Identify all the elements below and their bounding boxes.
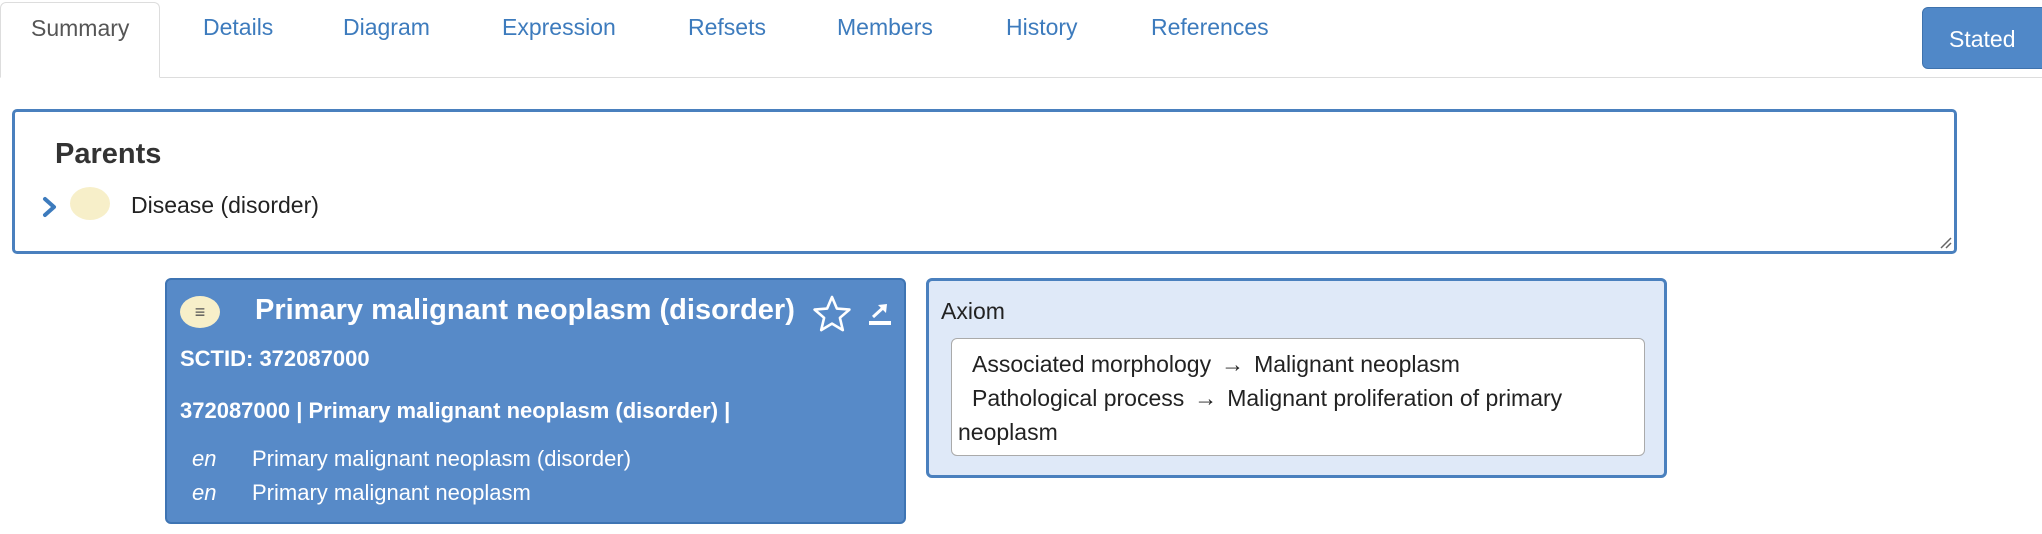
tab-expression[interactable]: Expression [472, 2, 646, 50]
tab-diagram[interactable]: Diagram [313, 2, 460, 50]
tab-references[interactable]: References [1121, 2, 1299, 50]
tab-summary[interactable]: Summary [0, 2, 161, 78]
tab-bar: Summary Details Diagram Expression Refse… [0, 0, 2042, 78]
description-term: Primary malignant neoplasm [252, 480, 531, 505]
resize-handle-icon[interactable] [1938, 235, 1952, 249]
concept-title: Primary malignant neoplasm (disorder) [255, 294, 795, 326]
arrow-icon: → [1221, 351, 1245, 377]
definition-status-icon: ≡ [180, 296, 220, 328]
parents-panel: Parents Disease (disorder) [12, 109, 1957, 254]
primitive-concept-icon [70, 187, 110, 220]
favorite-star-icon[interactable] [812, 294, 852, 334]
relationship-row: Pathological process → Malignant prolifera… [958, 381, 1638, 449]
concept-card: ≡ Primary malignant neoplasm (disorder) … [165, 278, 906, 524]
relationship-type[interactable]: Pathological process [972, 385, 1184, 411]
relationship-type[interactable]: Associated morphology [972, 351, 1211, 377]
axiom-panel: Axiom Associated morphology → Malignant ne… [926, 278, 1667, 478]
parent-concept-link[interactable]: Disease (disorder) [131, 192, 319, 219]
export-icon[interactable] [867, 300, 893, 326]
language-code: en [192, 480, 217, 505]
description-row: en Primary malignant neoplasm [192, 480, 531, 506]
description-term: Primary malignant neoplasm (disorder) [252, 446, 632, 471]
description-row: en Primary malignant neoplasm (disorder) [192, 446, 631, 472]
tab-members[interactable]: Members [807, 2, 963, 50]
relationship-row: Associated morphology → Malignant neoplasm [958, 347, 1638, 381]
relationship-target[interactable]: Malignant neoplasm [1254, 351, 1460, 377]
sctid-label: SCTID: 372087000 [180, 346, 370, 371]
axiom-relationships-box: Associated morphology → Malignant neoplasm… [951, 338, 1645, 456]
stated-toggle-button[interactable]: Stated [1922, 7, 2042, 69]
parents-title: Parents [55, 138, 162, 170]
tab-refsets[interactable]: Refsets [658, 2, 796, 50]
arrow-icon: → [1194, 385, 1218, 411]
axiom-title: Axiom [941, 298, 1005, 324]
language-code: en [192, 446, 217, 471]
tab-history[interactable]: History [976, 2, 1108, 50]
tab-details[interactable]: Details [173, 2, 303, 50]
fsn-line: 372087000 | Primary malignant neoplasm (… [180, 398, 731, 423]
chevron-right-icon[interactable] [41, 196, 59, 218]
